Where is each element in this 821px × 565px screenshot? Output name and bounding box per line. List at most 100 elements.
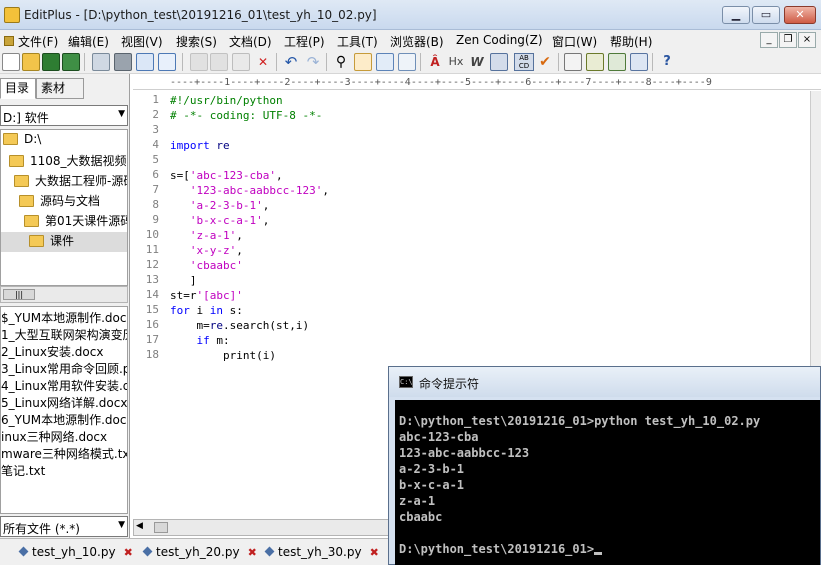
- tab-cliptext[interactable]: 素材: [36, 78, 84, 99]
- directory-horizontal-scrollbar[interactable]: |||: [0, 286, 128, 303]
- code-line[interactable]: #!/usr/bin/python: [170, 93, 283, 108]
- mdi-restore-button[interactable]: ❐: [779, 32, 797, 48]
- tree-item[interactable]: 大数据工程师-源码: [14, 172, 127, 192]
- drive-select[interactable]: D:] 软件 ▼: [0, 105, 128, 126]
- code-line[interactable]: s=['abc-123-cba',: [170, 168, 283, 183]
- copy-icon[interactable]: [210, 53, 228, 71]
- save-all-icon[interactable]: [62, 53, 80, 71]
- menu-view[interactable]: 视图(V): [121, 33, 163, 50]
- code-line[interactable]: for i in s:: [170, 303, 243, 318]
- tree-item[interactable]: 源码与文档: [19, 192, 100, 212]
- code-line[interactable]: 'a-2-3-b-1',: [170, 198, 269, 213]
- code-line[interactable]: if m:: [170, 333, 230, 348]
- code-line[interactable]: # -*- coding: UTF-8 -*-: [170, 108, 322, 123]
- file-list-item[interactable]: 6_YUM本地源制作.docx: [1, 411, 127, 428]
- command-prompt-window[interactable]: C:\ 命令提示符 D:\python_test\20191216_01>pyt…: [388, 366, 821, 565]
- find-icon[interactable]: ⚲: [332, 53, 350, 71]
- code-line[interactable]: 'z-a-1',: [170, 228, 243, 243]
- menu-search[interactable]: 搜索(S): [176, 33, 217, 50]
- document-icon[interactable]: [4, 36, 14, 46]
- goto-icon[interactable]: [398, 53, 416, 71]
- file-list-item[interactable]: mware三种网络模式.txt: [1, 445, 127, 462]
- code-line[interactable]: 'b-x-c-a-1',: [170, 213, 269, 228]
- new-file-icon[interactable]: [2, 53, 20, 71]
- code-line[interactable]: '123-abc-aabbcc-123',: [170, 183, 329, 198]
- mdi-minimize-button[interactable]: _: [760, 32, 778, 48]
- tree-item-selected[interactable]: 课件: [1, 232, 127, 252]
- file-list-item[interactable]: inux三种网络.docx: [1, 428, 107, 445]
- save-icon[interactable]: [42, 53, 60, 71]
- code-line[interactable]: st=r'[abc]': [170, 288, 243, 303]
- menu-tools[interactable]: 工具(T): [337, 33, 378, 50]
- toggle-cliptext-icon[interactable]: [608, 53, 626, 71]
- editor-horizontal-scrollbar[interactable]: ◀: [133, 519, 390, 536]
- code-line[interactable]: 'cbaabc': [170, 258, 243, 273]
- code-line[interactable]: 'x-y-z',: [170, 243, 243, 258]
- column-select-icon[interactable]: AB CD: [514, 53, 534, 71]
- doc-tab[interactable]: test_yh_30.py ✖: [264, 542, 379, 562]
- spellcheck-icon[interactable]: [136, 53, 154, 71]
- code-line[interactable]: ]: [170, 273, 197, 288]
- hex-view-icon[interactable]: Hx: [446, 53, 466, 71]
- check-icon[interactable]: ✔: [536, 53, 554, 71]
- menu-project[interactable]: 工程(P): [284, 33, 325, 50]
- menu-zen-coding[interactable]: Zen Coding(Z): [456, 33, 543, 47]
- file-list[interactable]: $_YUM本地源制作.doc 1_大型互联网架构演变历 2_Linux安装.do…: [0, 306, 128, 514]
- cmd-title-bar[interactable]: C:\ 命令提示符: [389, 367, 820, 397]
- doc-tab[interactable]: test_yh_10.py ✖: [18, 542, 133, 562]
- fullscreen-icon[interactable]: [630, 53, 648, 71]
- menu-window[interactable]: 窗口(W): [552, 33, 597, 50]
- close-tab-icon[interactable]: ✖: [370, 546, 379, 559]
- help-cursor-icon[interactable]: ?: [658, 53, 676, 71]
- line-number-icon[interactable]: [490, 53, 508, 71]
- tab-directory[interactable]: 目录: [0, 78, 36, 99]
- console-output[interactable]: D:\python_test\20191216_01>python test_y…: [395, 400, 820, 565]
- font-icon[interactable]: Â: [426, 53, 444, 71]
- mdi-close-button[interactable]: ×: [798, 32, 816, 48]
- directory-tree[interactable]: D:\ 1108_大数据视频 大数据工程师-源码 源码与文档 第01天课件源码 …: [0, 129, 128, 286]
- redo-icon[interactable]: ↷: [304, 53, 322, 71]
- print-preview-icon[interactable]: [92, 53, 110, 71]
- undo-icon[interactable]: ↶: [282, 53, 300, 71]
- close-tab-icon[interactable]: ✖: [248, 546, 257, 559]
- file-list-item[interactable]: 1_大型互联网架构演变历: [1, 326, 127, 343]
- code-line[interactable]: print(i): [170, 348, 276, 363]
- file-list-item[interactable]: 笔记.txt: [1, 462, 45, 479]
- find-in-files-icon[interactable]: [376, 53, 394, 71]
- code-line[interactable]: m=re.search(st,i): [170, 318, 309, 333]
- menu-help[interactable]: 帮助(H): [610, 33, 652, 50]
- open-folder-icon[interactable]: [22, 53, 40, 71]
- word-wrap-icon[interactable]: W: [468, 53, 486, 71]
- maximize-button[interactable]: ▭: [752, 6, 780, 24]
- scrollbar-thumb[interactable]: |||: [3, 289, 35, 300]
- doc-tab[interactable]: test_yh_20.py ✖: [142, 542, 257, 562]
- tree-item[interactable]: 第01天课件源码: [24, 212, 127, 232]
- chevron-down-icon[interactable]: ▼: [118, 109, 125, 119]
- file-filter-select[interactable]: 所有文件 (*.*) ▼: [0, 516, 128, 537]
- file-list-item[interactable]: 3_Linux常用命令回顾.p: [1, 360, 127, 377]
- replace-icon[interactable]: [354, 53, 372, 71]
- menu-file[interactable]: 文件(F): [18, 33, 58, 50]
- sync-icon[interactable]: [158, 53, 176, 71]
- menu-browser[interactable]: 浏览器(B): [390, 33, 444, 50]
- chevron-down-icon[interactable]: ▼: [118, 520, 125, 530]
- tree-item[interactable]: 1108_大数据视频: [9, 152, 127, 172]
- file-list-item[interactable]: 5_Linux网络详解.docx: [1, 394, 127, 411]
- console-prompt[interactable]: D:\python_test\20191216_01>: [399, 541, 603, 557]
- close-tab-icon[interactable]: ✖: [124, 546, 133, 559]
- minimize-button[interactable]: ▁: [722, 6, 750, 24]
- scrollbar-thumb[interactable]: [154, 522, 168, 533]
- file-list-item[interactable]: 2_Linux安装.docx: [1, 343, 103, 360]
- cut-icon[interactable]: [190, 53, 208, 71]
- close-button[interactable]: ✕: [784, 6, 816, 24]
- menu-edit[interactable]: 编辑(E): [68, 33, 109, 50]
- print-icon[interactable]: [114, 53, 132, 71]
- scroll-left-icon[interactable]: ◀: [136, 521, 143, 531]
- tree-item[interactable]: D:\: [3, 132, 41, 152]
- code-line[interactable]: import re: [170, 138, 230, 153]
- paste-icon[interactable]: [232, 53, 250, 71]
- toggle-directory-icon[interactable]: [586, 53, 604, 71]
- file-list-item[interactable]: $_YUM本地源制作.doc: [1, 309, 126, 326]
- file-list-item[interactable]: 4_Linux常用软件安装.do: [1, 377, 127, 394]
- toggle-output-icon[interactable]: [564, 53, 582, 71]
